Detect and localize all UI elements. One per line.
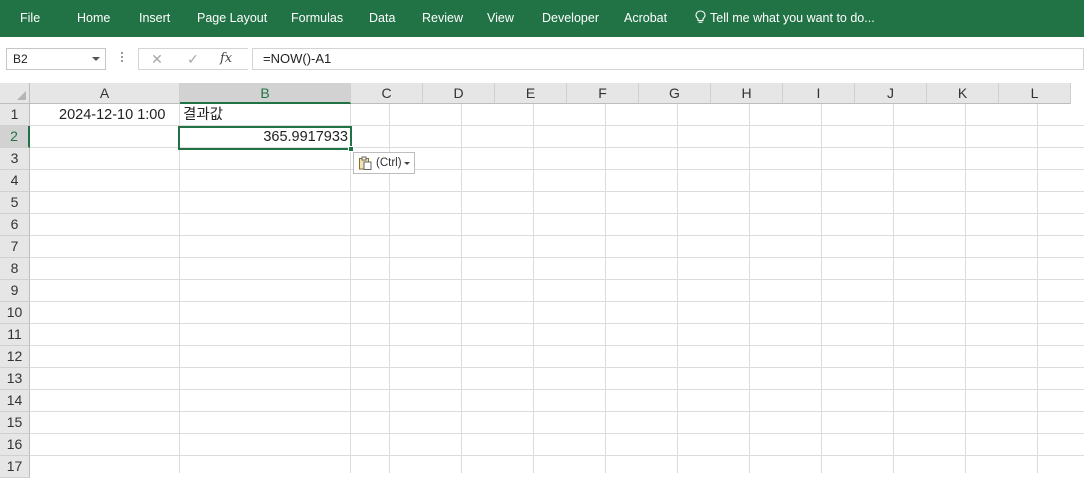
tab-formulas[interactable]: Formulas bbox=[291, 0, 343, 37]
tab-acrobat[interactable]: Acrobat bbox=[624, 0, 667, 37]
row-header-10[interactable]: 10 bbox=[0, 302, 30, 324]
paste-options-button[interactable]: (Ctrl) bbox=[353, 152, 415, 174]
column-header-a[interactable]: A bbox=[30, 83, 180, 104]
clipboard-icon bbox=[359, 156, 372, 170]
tab-insert[interactable]: Insert bbox=[139, 0, 170, 37]
column-header-f[interactable]: F bbox=[567, 83, 639, 104]
tell-me-text: Tell me what you want to do... bbox=[710, 11, 875, 25]
tab-review[interactable]: Review bbox=[422, 0, 463, 37]
lightbulb-icon bbox=[695, 10, 706, 23]
chevron-down-icon[interactable] bbox=[92, 57, 100, 61]
row-header-16[interactable]: 16 bbox=[0, 434, 30, 456]
row-header-11[interactable]: 11 bbox=[0, 324, 30, 346]
row-header-15[interactable]: 15 bbox=[0, 412, 30, 434]
column-header-j[interactable]: J bbox=[855, 83, 927, 104]
row-header-8[interactable]: 8 bbox=[0, 258, 30, 280]
tab-file[interactable]: File bbox=[20, 0, 40, 37]
enter-icon[interactable]: ✓ bbox=[181, 48, 205, 70]
insert-function-icon[interactable]: fx bbox=[220, 48, 232, 70]
column-header-c[interactable]: C bbox=[351, 83, 423, 104]
row-header-7[interactable]: 7 bbox=[0, 236, 30, 258]
column-header-i[interactable]: I bbox=[783, 83, 855, 104]
cell-a1[interactable]: 2024-12-10 1:00 bbox=[59, 104, 165, 126]
column-a-cells[interactable] bbox=[30, 104, 180, 473]
tell-me-search[interactable]: Tell me what you want to do... bbox=[695, 0, 875, 37]
row-header-14[interactable]: 14 bbox=[0, 390, 30, 412]
row-header-2[interactable]: 2 bbox=[0, 126, 30, 148]
column-header-e[interactable]: E bbox=[495, 83, 567, 104]
row-header-1[interactable]: 1 bbox=[0, 104, 30, 126]
column-header-b[interactable]: B bbox=[180, 83, 351, 104]
column-header-l[interactable]: L bbox=[999, 83, 1071, 104]
column-b-cells[interactable] bbox=[180, 104, 351, 473]
row-header-13[interactable]: 13 bbox=[0, 368, 30, 390]
ribbon-bar: File Home Insert Page Layout Formulas Da… bbox=[0, 0, 1084, 37]
active-cell-selection bbox=[178, 126, 352, 150]
row-header-9[interactable]: 9 bbox=[0, 280, 30, 302]
column-header-g[interactable]: G bbox=[639, 83, 711, 104]
tab-home[interactable]: Home bbox=[77, 0, 110, 37]
row-header-5[interactable]: 5 bbox=[0, 192, 30, 214]
tab-page-layout[interactable]: Page Layout bbox=[197, 0, 267, 37]
chevron-down-icon bbox=[404, 162, 410, 165]
column-header-k[interactable]: K bbox=[927, 83, 999, 104]
tab-developer[interactable]: Developer bbox=[542, 0, 599, 37]
row-header-12[interactable]: 12 bbox=[0, 346, 30, 368]
column-header-h[interactable]: H bbox=[711, 83, 783, 104]
select-all-button[interactable] bbox=[0, 83, 30, 104]
cell-b1[interactable]: 결과값 bbox=[183, 104, 223, 126]
cancel-icon[interactable]: ✕ bbox=[145, 48, 169, 70]
tab-view[interactable]: View bbox=[487, 0, 514, 37]
name-box[interactable]: B2 bbox=[6, 48, 106, 70]
tab-data[interactable]: Data bbox=[369, 0, 395, 37]
column-header-d[interactable]: D bbox=[423, 83, 495, 104]
row-header-6[interactable]: 6 bbox=[0, 214, 30, 236]
row-header-17[interactable]: 17 bbox=[0, 456, 30, 478]
grip-icon[interactable] bbox=[121, 52, 123, 66]
name-box-value: B2 bbox=[13, 52, 28, 66]
formula-input[interactable]: =NOW()-A1 bbox=[252, 48, 1084, 70]
row-header-3[interactable]: 3 bbox=[0, 148, 30, 170]
paste-options-label: (Ctrl) bbox=[376, 157, 402, 169]
worksheet-grid: ABCDEFGHIJKL 1 2 3 4 5 6 7 8 9 10 11 12 13 14 15 16 17 bbox=[0, 83, 1084, 478]
row-header-4[interactable]: 4 bbox=[0, 170, 30, 192]
